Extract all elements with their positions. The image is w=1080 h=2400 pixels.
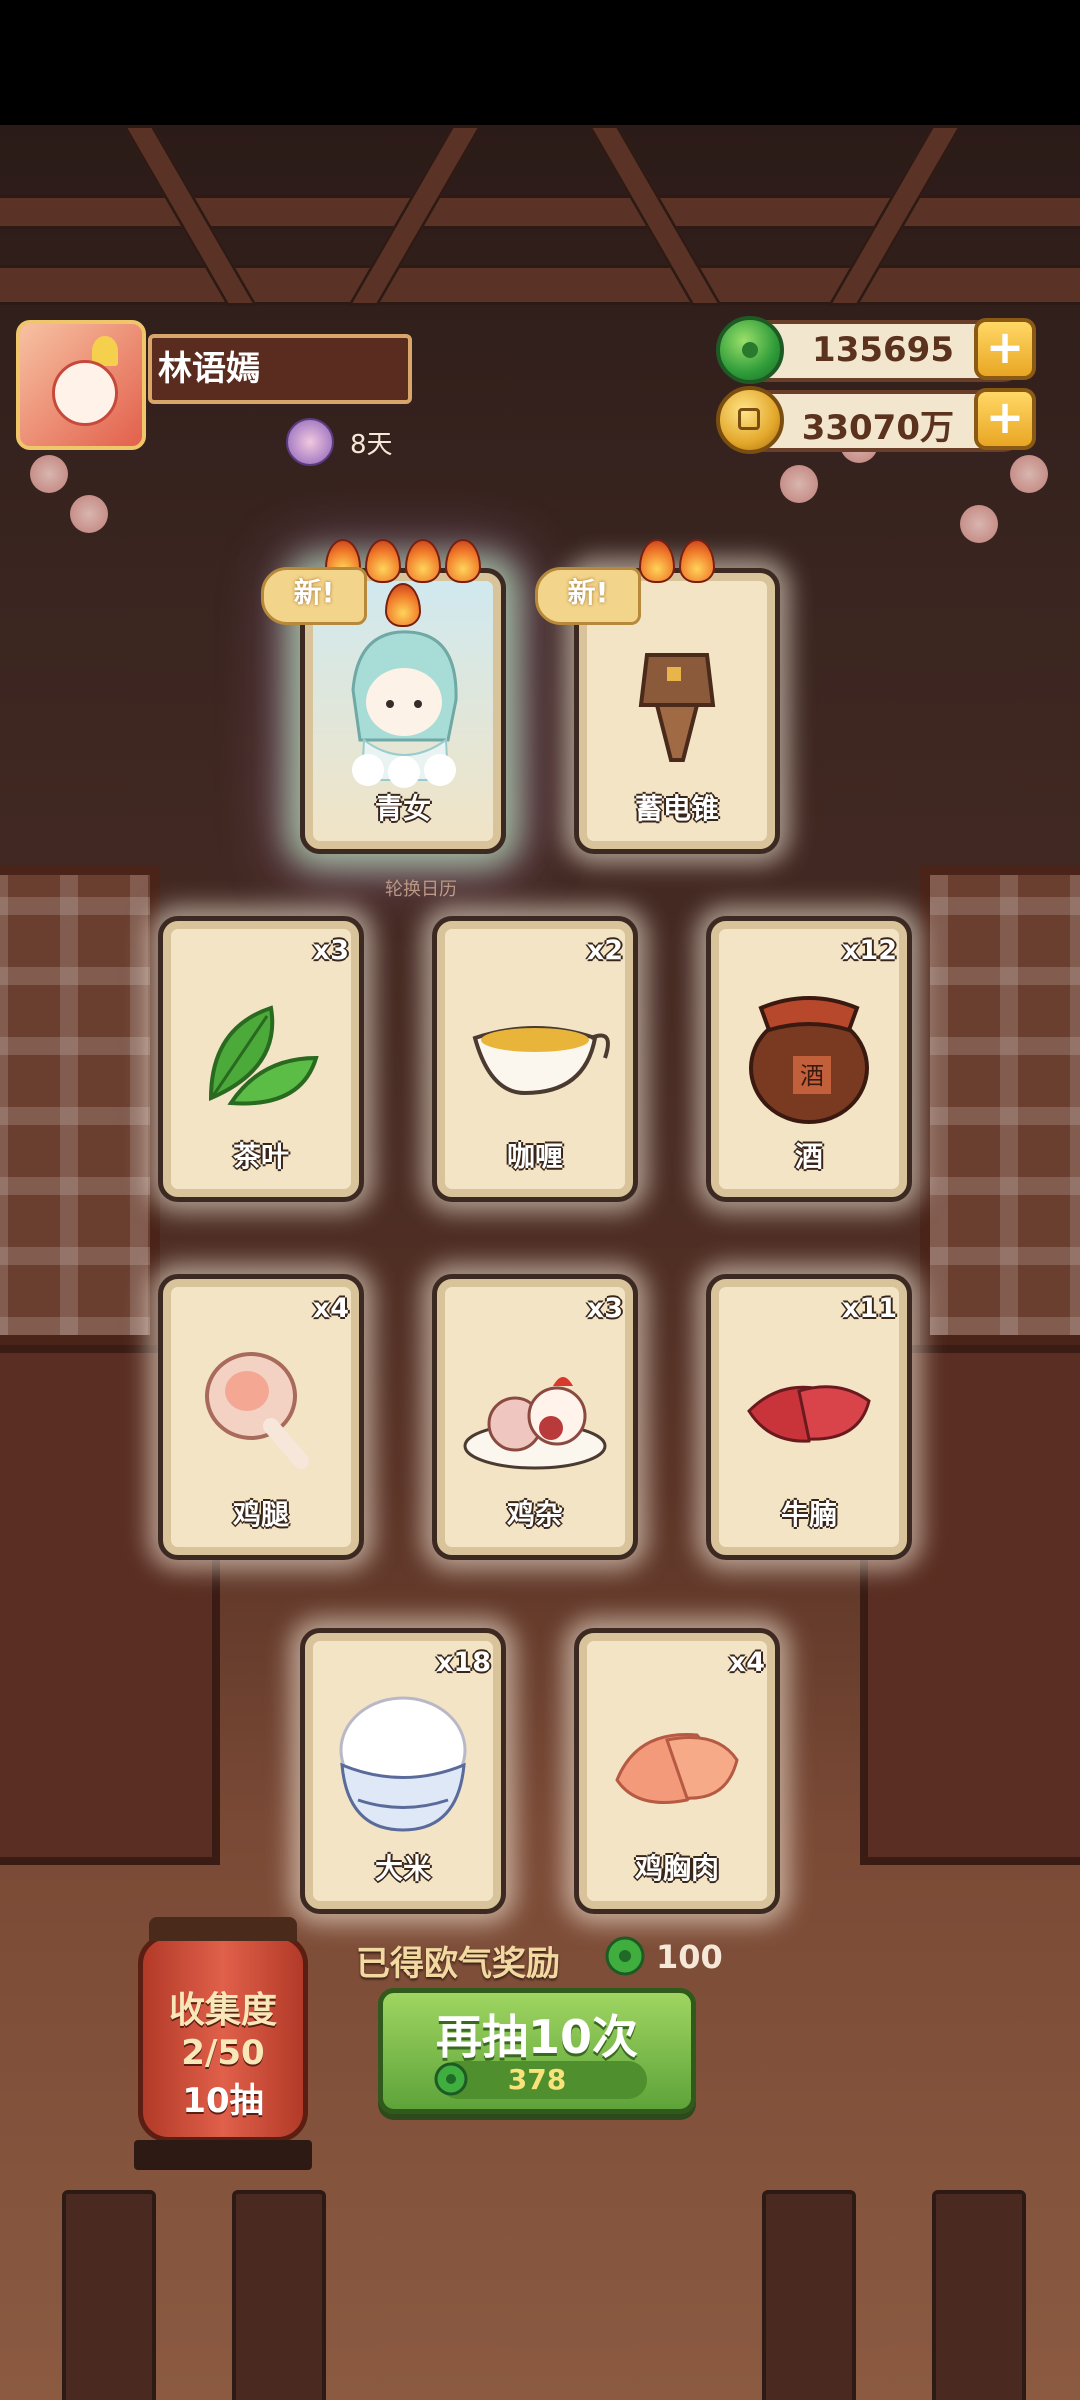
collection-lantern[interactable]: 收集度 2/50 10抽 xyxy=(138,1917,308,2142)
card-quantity: x11 xyxy=(842,1293,897,1324)
blossom-decoration xyxy=(1010,455,1048,493)
wine-jar-icon: 酒 xyxy=(749,996,869,1125)
jade-coin-icon xyxy=(716,316,784,384)
card-quantity: x4 xyxy=(728,1647,765,1678)
flame-icon xyxy=(365,539,401,583)
card-chicken-leg[interactable]: x4 鸡腿 xyxy=(158,1274,364,1560)
card-label: 鸡胸肉 xyxy=(634,1852,719,1885)
jade-amount: 135695 xyxy=(812,330,954,370)
card-label: 鸡杂 xyxy=(506,1498,563,1531)
jade-currency: 135695 + xyxy=(716,316,1036,384)
player-avatar[interactable] xyxy=(16,320,146,450)
gold-amount: 33070万 xyxy=(801,408,954,448)
card-quantity: x4 xyxy=(312,1293,349,1324)
collection-draws: 10抽 xyxy=(182,2081,264,2121)
player-name: 林语嫣 xyxy=(148,334,412,404)
add-gold-button[interactable]: + xyxy=(974,388,1036,450)
luck-reward-label: 已得欧气奖励 xyxy=(356,1944,560,1984)
card-drill[interactable]: 新! 蓄电锥 xyxy=(535,539,780,854)
blossom-decoration xyxy=(30,455,68,493)
flame-icon xyxy=(639,539,675,583)
blossom-decoration xyxy=(780,465,818,503)
jade-coin-icon xyxy=(605,1936,645,1976)
card-quantity: x3 xyxy=(312,935,349,966)
add-jade-button[interactable]: + xyxy=(974,318,1036,380)
flame-icon xyxy=(445,539,481,583)
floor-post xyxy=(62,2190,156,2400)
card-label: 茶叶 xyxy=(232,1140,289,1173)
card-beef[interactable]: x11 牛腩 xyxy=(706,1274,912,1560)
card-quantity: x3 xyxy=(586,1293,623,1324)
collection-progress: 2/50 xyxy=(181,2033,265,2073)
beef-icon xyxy=(747,1385,871,1443)
chicken-leg-icon xyxy=(205,1352,309,1470)
card-quantity: x12 xyxy=(842,935,897,966)
card-label: 酒 xyxy=(794,1140,823,1173)
collection-label: 收集度 xyxy=(168,1990,277,2031)
card-quantity: x2 xyxy=(586,935,623,966)
floor-post xyxy=(932,2190,1026,2400)
card-label: 青女 xyxy=(374,792,431,825)
card-label: 蓄电锥 xyxy=(634,792,719,825)
status-bar xyxy=(0,0,1080,125)
draw-again-button[interactable]: 再抽10次 378 xyxy=(378,1988,696,2114)
new-badge: 新! xyxy=(535,567,641,625)
card-quantity: x18 xyxy=(436,1647,491,1678)
card-label: 牛腩 xyxy=(780,1498,837,1531)
card-curry[interactable]: x2 咖喱 xyxy=(432,916,638,1202)
qingnu-character-icon xyxy=(351,630,458,789)
card-qingnu[interactable]: 新! 青女 xyxy=(261,539,506,854)
calendar-character-icon[interactable] xyxy=(286,418,334,466)
rotate-calendar-note: 轮换日历 xyxy=(385,879,457,900)
card-label: 咖喱 xyxy=(506,1140,563,1173)
new-badge: 新! xyxy=(261,567,367,625)
tea-leaf-icon xyxy=(208,1005,319,1106)
chicken-offal-icon xyxy=(463,1377,607,1470)
left-window xyxy=(0,865,160,1345)
card-wine[interactable]: x12 酒 酒 xyxy=(706,916,912,1202)
wine-jar-mark: 酒 xyxy=(800,1062,824,1090)
lantern-stand xyxy=(134,2140,312,2170)
floor-post xyxy=(232,2190,326,2400)
gold-currency: 33070万 + xyxy=(716,386,1036,454)
card-rice[interactable]: x18 大米 xyxy=(300,1628,506,1914)
card-tea[interactable]: x3 茶叶 xyxy=(158,916,364,1202)
flame-icon xyxy=(405,539,441,583)
draw-cost: 378 xyxy=(507,2063,567,2096)
rice-icon xyxy=(339,1696,467,1832)
gold-coin-icon xyxy=(716,386,784,454)
curry-icon xyxy=(472,1026,610,1096)
avatar-face xyxy=(52,360,118,426)
right-window xyxy=(920,865,1080,1345)
chicken-breast-icon xyxy=(615,1733,739,1805)
roof-beam xyxy=(0,265,1080,305)
floor-post xyxy=(762,2190,856,2400)
blossom-decoration xyxy=(960,505,998,543)
card-label: 鸡腿 xyxy=(232,1498,289,1531)
drill-icon xyxy=(638,653,716,763)
draw-again-label: 再抽10次 xyxy=(435,2010,638,2064)
blossom-decoration xyxy=(70,495,108,533)
luck-reward-value: 100 xyxy=(656,1938,723,1976)
card-chicken-offal[interactable]: x3 鸡杂 xyxy=(432,1274,638,1560)
card-chicken-breast[interactable]: x4 鸡胸肉 xyxy=(574,1628,780,1914)
days-count: 8天 xyxy=(350,430,393,460)
card-label: 大米 xyxy=(374,1852,431,1885)
flame-icon xyxy=(679,539,715,583)
